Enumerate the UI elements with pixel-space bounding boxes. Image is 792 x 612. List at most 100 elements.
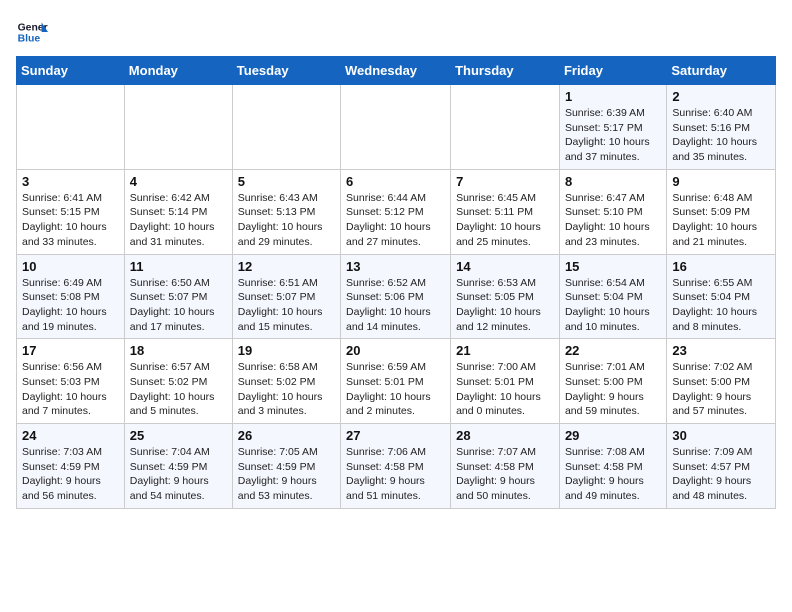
day-number: 28 — [456, 428, 554, 443]
calendar-cell: 13 Sunrise: 6:52 AM Sunset: 5:06 PM Dayli… — [341, 254, 451, 339]
calendar-cell: 27 Sunrise: 7:06 AM Sunset: 4:58 PM Dayli… — [341, 424, 451, 509]
calendar-row-0: 1 Sunrise: 6:39 AM Sunset: 5:17 PM Daylig… — [17, 85, 776, 170]
day-number: 14 — [456, 259, 554, 274]
calendar-cell: 30 Sunrise: 7:09 AM Sunset: 4:57 PM Dayli… — [667, 424, 776, 509]
day-number: 18 — [130, 343, 227, 358]
day-number: 4 — [130, 174, 227, 189]
weekday-header-sunday: Sunday — [17, 57, 125, 85]
calendar-cell: 29 Sunrise: 7:08 AM Sunset: 4:58 PM Dayli… — [559, 424, 666, 509]
day-number: 11 — [130, 259, 227, 274]
calendar-body: 1 Sunrise: 6:39 AM Sunset: 5:17 PM Daylig… — [17, 85, 776, 509]
day-info: Sunrise: 6:50 AM Sunset: 5:07 PM Dayligh… — [130, 276, 227, 335]
weekday-header-monday: Monday — [124, 57, 232, 85]
day-info: Sunrise: 6:44 AM Sunset: 5:12 PM Dayligh… — [346, 191, 445, 250]
weekday-header-wednesday: Wednesday — [341, 57, 451, 85]
weekday-header-thursday: Thursday — [451, 57, 560, 85]
day-info: Sunrise: 6:51 AM Sunset: 5:07 PM Dayligh… — [238, 276, 335, 335]
calendar-cell: 23Sunrise: 7:02 AM Sunset: 5:00 PM Dayli… — [667, 339, 776, 424]
calendar-cell: 5Sunrise: 6:43 AM Sunset: 5:13 PM Daylig… — [232, 169, 340, 254]
day-info: Sunrise: 6:53 AM Sunset: 5:05 PM Dayligh… — [456, 276, 554, 335]
day-info: Sunrise: 6:48 AM Sunset: 5:09 PM Dayligh… — [672, 191, 770, 250]
day-number: 6 — [346, 174, 445, 189]
day-info: Sunrise: 6:49 AM Sunset: 5:08 PM Dayligh… — [22, 276, 119, 335]
calendar-cell — [341, 85, 451, 170]
day-info: Sunrise: 6:47 AM Sunset: 5:10 PM Dayligh… — [565, 191, 661, 250]
day-info: Sunrise: 6:40 AM Sunset: 5:16 PM Dayligh… — [672, 106, 770, 165]
svg-text:Blue: Blue — [18, 34, 41, 45]
calendar-cell: 12Sunrise: 6:51 AM Sunset: 5:07 PM Dayli… — [232, 254, 340, 339]
calendar-row-2: 10 Sunrise: 6:49 AM Sunset: 5:08 PM Dayli… — [17, 254, 776, 339]
calendar-row-3: 17 Sunrise: 6:56 AM Sunset: 5:03 PM Dayli… — [17, 339, 776, 424]
day-info: Sunrise: 7:04 AM Sunset: 4:59 PM Dayligh… — [130, 445, 227, 504]
calendar-cell: 20 Sunrise: 6:59 AM Sunset: 5:01 PM Dayli… — [341, 339, 451, 424]
day-number: 2 — [672, 89, 770, 104]
calendar-cell: 24 Sunrise: 7:03 AM Sunset: 4:59 PM Dayli… — [17, 424, 125, 509]
calendar-cell: 8Sunrise: 6:47 AM Sunset: 5:10 PM Daylig… — [559, 169, 666, 254]
calendar-cell: 2 Sunrise: 6:40 AM Sunset: 5:16 PM Daylig… — [667, 85, 776, 170]
day-info: Sunrise: 6:52 AM Sunset: 5:06 PM Dayligh… — [346, 276, 445, 335]
calendar-cell: 26 Sunrise: 7:05 AM Sunset: 4:59 PM Dayli… — [232, 424, 340, 509]
day-number: 3 — [22, 174, 119, 189]
calendar-cell: 22Sunrise: 7:01 AM Sunset: 5:00 PM Dayli… — [559, 339, 666, 424]
day-number: 13 — [346, 259, 445, 274]
calendar-cell — [124, 85, 232, 170]
calendar-cell — [451, 85, 560, 170]
day-number: 20 — [346, 343, 445, 358]
day-info: Sunrise: 6:59 AM Sunset: 5:01 PM Dayligh… — [346, 360, 445, 419]
day-number: 15 — [565, 259, 661, 274]
page-header: General Blue — [16, 16, 776, 48]
calendar-cell: 15 Sunrise: 6:54 AM Sunset: 5:04 PM Dayli… — [559, 254, 666, 339]
day-number: 1 — [565, 89, 661, 104]
day-info: Sunrise: 7:06 AM Sunset: 4:58 PM Dayligh… — [346, 445, 445, 504]
day-info: Sunrise: 6:58 AM Sunset: 5:02 PM Dayligh… — [238, 360, 335, 419]
day-number: 7 — [456, 174, 554, 189]
day-info: Sunrise: 7:05 AM Sunset: 4:59 PM Dayligh… — [238, 445, 335, 504]
day-number: 17 — [22, 343, 119, 358]
day-info: Sunrise: 6:43 AM Sunset: 5:13 PM Dayligh… — [238, 191, 335, 250]
calendar-cell: 17 Sunrise: 6:56 AM Sunset: 5:03 PM Dayli… — [17, 339, 125, 424]
logo: General Blue — [16, 16, 48, 48]
calendar-cell: 10 Sunrise: 6:49 AM Sunset: 5:08 PM Dayli… — [17, 254, 125, 339]
day-info: Sunrise: 7:02 AM Sunset: 5:00 PM Dayligh… — [672, 360, 770, 419]
calendar-cell — [17, 85, 125, 170]
day-info: Sunrise: 7:07 AM Sunset: 4:58 PM Dayligh… — [456, 445, 554, 504]
weekday-header-friday: Friday — [559, 57, 666, 85]
weekday-header-row: SundayMondayTuesdayWednesdayThursdayFrid… — [17, 57, 776, 85]
day-info: Sunrise: 6:54 AM Sunset: 5:04 PM Dayligh… — [565, 276, 661, 335]
day-info: Sunrise: 7:00 AM Sunset: 5:01 PM Dayligh… — [456, 360, 554, 419]
calendar-cell: 3Sunrise: 6:41 AM Sunset: 5:15 PM Daylig… — [17, 169, 125, 254]
day-number: 30 — [672, 428, 770, 443]
day-info: Sunrise: 6:55 AM Sunset: 5:04 PM Dayligh… — [672, 276, 770, 335]
calendar-cell: 19 Sunrise: 6:58 AM Sunset: 5:02 PM Dayli… — [232, 339, 340, 424]
calendar-cell: 4 Sunrise: 6:42 AM Sunset: 5:14 PM Daylig… — [124, 169, 232, 254]
day-info: Sunrise: 7:09 AM Sunset: 4:57 PM Dayligh… — [672, 445, 770, 504]
day-number: 25 — [130, 428, 227, 443]
calendar-table: SundayMondayTuesdayWednesdayThursdayFrid… — [16, 56, 776, 509]
calendar-cell: 1 Sunrise: 6:39 AM Sunset: 5:17 PM Daylig… — [559, 85, 666, 170]
calendar-cell: 16 Sunrise: 6:55 AM Sunset: 5:04 PM Dayli… — [667, 254, 776, 339]
calendar-row-1: 3Sunrise: 6:41 AM Sunset: 5:15 PM Daylig… — [17, 169, 776, 254]
day-info: Sunrise: 6:45 AM Sunset: 5:11 PM Dayligh… — [456, 191, 554, 250]
day-number: 29 — [565, 428, 661, 443]
calendar-cell: 28 Sunrise: 7:07 AM Sunset: 4:58 PM Dayli… — [451, 424, 560, 509]
calendar-cell: 11 Sunrise: 6:50 AM Sunset: 5:07 PM Dayli… — [124, 254, 232, 339]
calendar-cell: 25 Sunrise: 7:04 AM Sunset: 4:59 PM Dayli… — [124, 424, 232, 509]
day-number: 27 — [346, 428, 445, 443]
day-number: 16 — [672, 259, 770, 274]
day-number: 10 — [22, 259, 119, 274]
day-number: 24 — [22, 428, 119, 443]
calendar-cell: 14 Sunrise: 6:53 AM Sunset: 5:05 PM Dayli… — [451, 254, 560, 339]
day-info: Sunrise: 7:08 AM Sunset: 4:58 PM Dayligh… — [565, 445, 661, 504]
day-info: Sunrise: 6:39 AM Sunset: 5:17 PM Dayligh… — [565, 106, 661, 165]
calendar-cell: 18Sunrise: 6:57 AM Sunset: 5:02 PM Dayli… — [124, 339, 232, 424]
calendar-cell: 9 Sunrise: 6:48 AM Sunset: 5:09 PM Daylig… — [667, 169, 776, 254]
calendar-cell: 21Sunrise: 7:00 AM Sunset: 5:01 PM Dayli… — [451, 339, 560, 424]
day-info: Sunrise: 7:03 AM Sunset: 4:59 PM Dayligh… — [22, 445, 119, 504]
day-info: Sunrise: 6:42 AM Sunset: 5:14 PM Dayligh… — [130, 191, 227, 250]
day-number: 26 — [238, 428, 335, 443]
calendar-cell: 6 Sunrise: 6:44 AM Sunset: 5:12 PM Daylig… — [341, 169, 451, 254]
logo-icon: General Blue — [16, 16, 48, 48]
day-number: 9 — [672, 174, 770, 189]
day-info: Sunrise: 6:56 AM Sunset: 5:03 PM Dayligh… — [22, 360, 119, 419]
day-number: 19 — [238, 343, 335, 358]
